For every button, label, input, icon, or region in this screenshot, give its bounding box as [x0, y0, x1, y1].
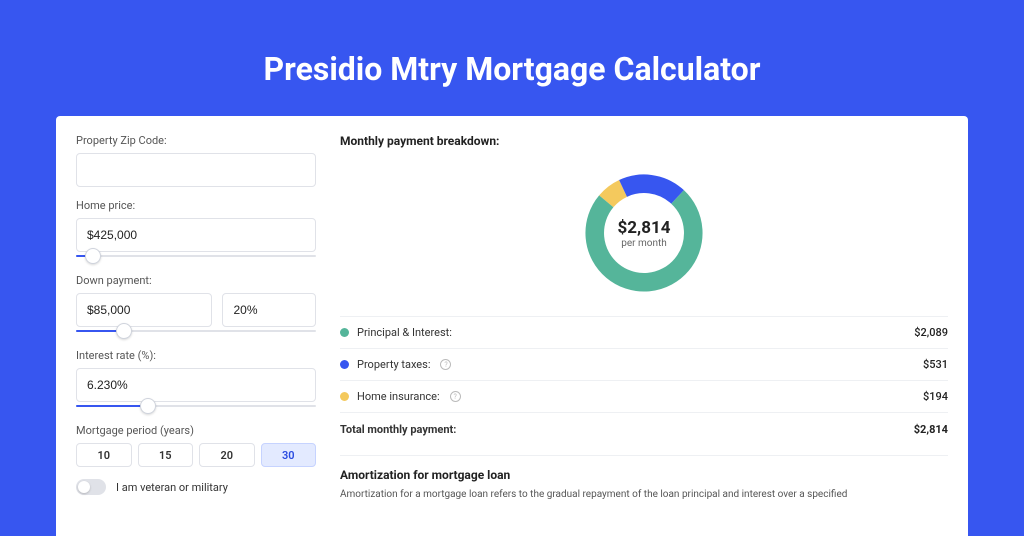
page-title: Presidio Mtry Mortgage Calculator	[56, 50, 968, 88]
donut-center-amount: $2,814	[618, 218, 671, 238]
row-home-insurance: Home insurance: ? $194	[340, 381, 948, 413]
home-price-input[interactable]	[76, 218, 316, 252]
donut-center-sub: per month	[621, 238, 667, 249]
value-total: $2,814	[914, 423, 948, 436]
interest-rate-slider[interactable]	[76, 400, 316, 412]
amortization-text: Amortization for a mortgage loan refers …	[340, 488, 948, 502]
interest-rate-label: Interest rate (%):	[76, 349, 316, 362]
term-15-button[interactable]: 15	[138, 443, 194, 467]
label-property-taxes: Property taxes:	[357, 358, 430, 371]
label-total: Total monthly payment:	[340, 423, 456, 436]
veteran-toggle[interactable]	[76, 479, 106, 495]
interest-rate-slider-fill	[76, 405, 148, 407]
breakdown-title: Monthly payment breakdown:	[340, 134, 948, 148]
down-payment-slider[interactable]	[76, 325, 316, 337]
form-column: Property Zip Code: Home price: Down paym…	[76, 134, 316, 536]
legend-dot-tax	[340, 360, 349, 369]
down-payment-amount-input[interactable]	[76, 293, 212, 327]
mortgage-term-group: 10 15 20 30	[76, 443, 316, 467]
veteran-label: I am veteran or military	[116, 481, 228, 494]
interest-rate-slider-thumb[interactable]	[140, 398, 156, 414]
home-price-label: Home price:	[76, 199, 316, 212]
breakdown-column: Monthly payment breakdown: $2,814 per mo…	[340, 134, 948, 536]
down-payment-label: Down payment:	[76, 274, 316, 287]
calculator-card: Property Zip Code: Home price: Down paym…	[56, 116, 968, 536]
value-property-taxes: $531	[923, 358, 948, 371]
breakdown-rows: Principal & Interest: $2,089 Property ta…	[340, 316, 948, 445]
amortization-title: Amortization for mortgage loan	[340, 468, 948, 482]
zip-input[interactable]	[76, 153, 316, 187]
down-payment-slider-thumb[interactable]	[116, 323, 132, 339]
label-principal-interest: Principal & Interest:	[357, 326, 452, 339]
home-price-slider[interactable]	[76, 250, 316, 262]
legend-dot-ins	[340, 392, 349, 401]
home-price-slider-thumb[interactable]	[85, 248, 101, 264]
amortization-section: Amortization for mortgage loan Amortizat…	[340, 455, 948, 502]
term-10-button[interactable]: 10	[76, 443, 132, 467]
value-home-insurance: $194	[923, 390, 948, 403]
row-principal-interest: Principal & Interest: $2,089	[340, 317, 948, 349]
zip-label: Property Zip Code:	[76, 134, 316, 147]
row-property-taxes: Property taxes: ? $531	[340, 349, 948, 381]
value-principal-interest: $2,089	[914, 326, 948, 339]
mortgage-period-label: Mortgage period (years)	[76, 424, 316, 437]
info-icon[interactable]: ?	[450, 391, 461, 402]
payment-donut-chart: $2,814 per month	[579, 168, 709, 298]
label-home-insurance: Home insurance:	[357, 390, 440, 403]
legend-dot-pi	[340, 328, 349, 337]
info-icon[interactable]: ?	[440, 359, 451, 370]
interest-rate-input[interactable]	[76, 368, 316, 402]
term-20-button[interactable]: 20	[199, 443, 255, 467]
term-30-button[interactable]: 30	[261, 443, 317, 467]
row-total: Total monthly payment: $2,814	[340, 413, 948, 445]
down-payment-percent-input[interactable]	[222, 293, 316, 327]
